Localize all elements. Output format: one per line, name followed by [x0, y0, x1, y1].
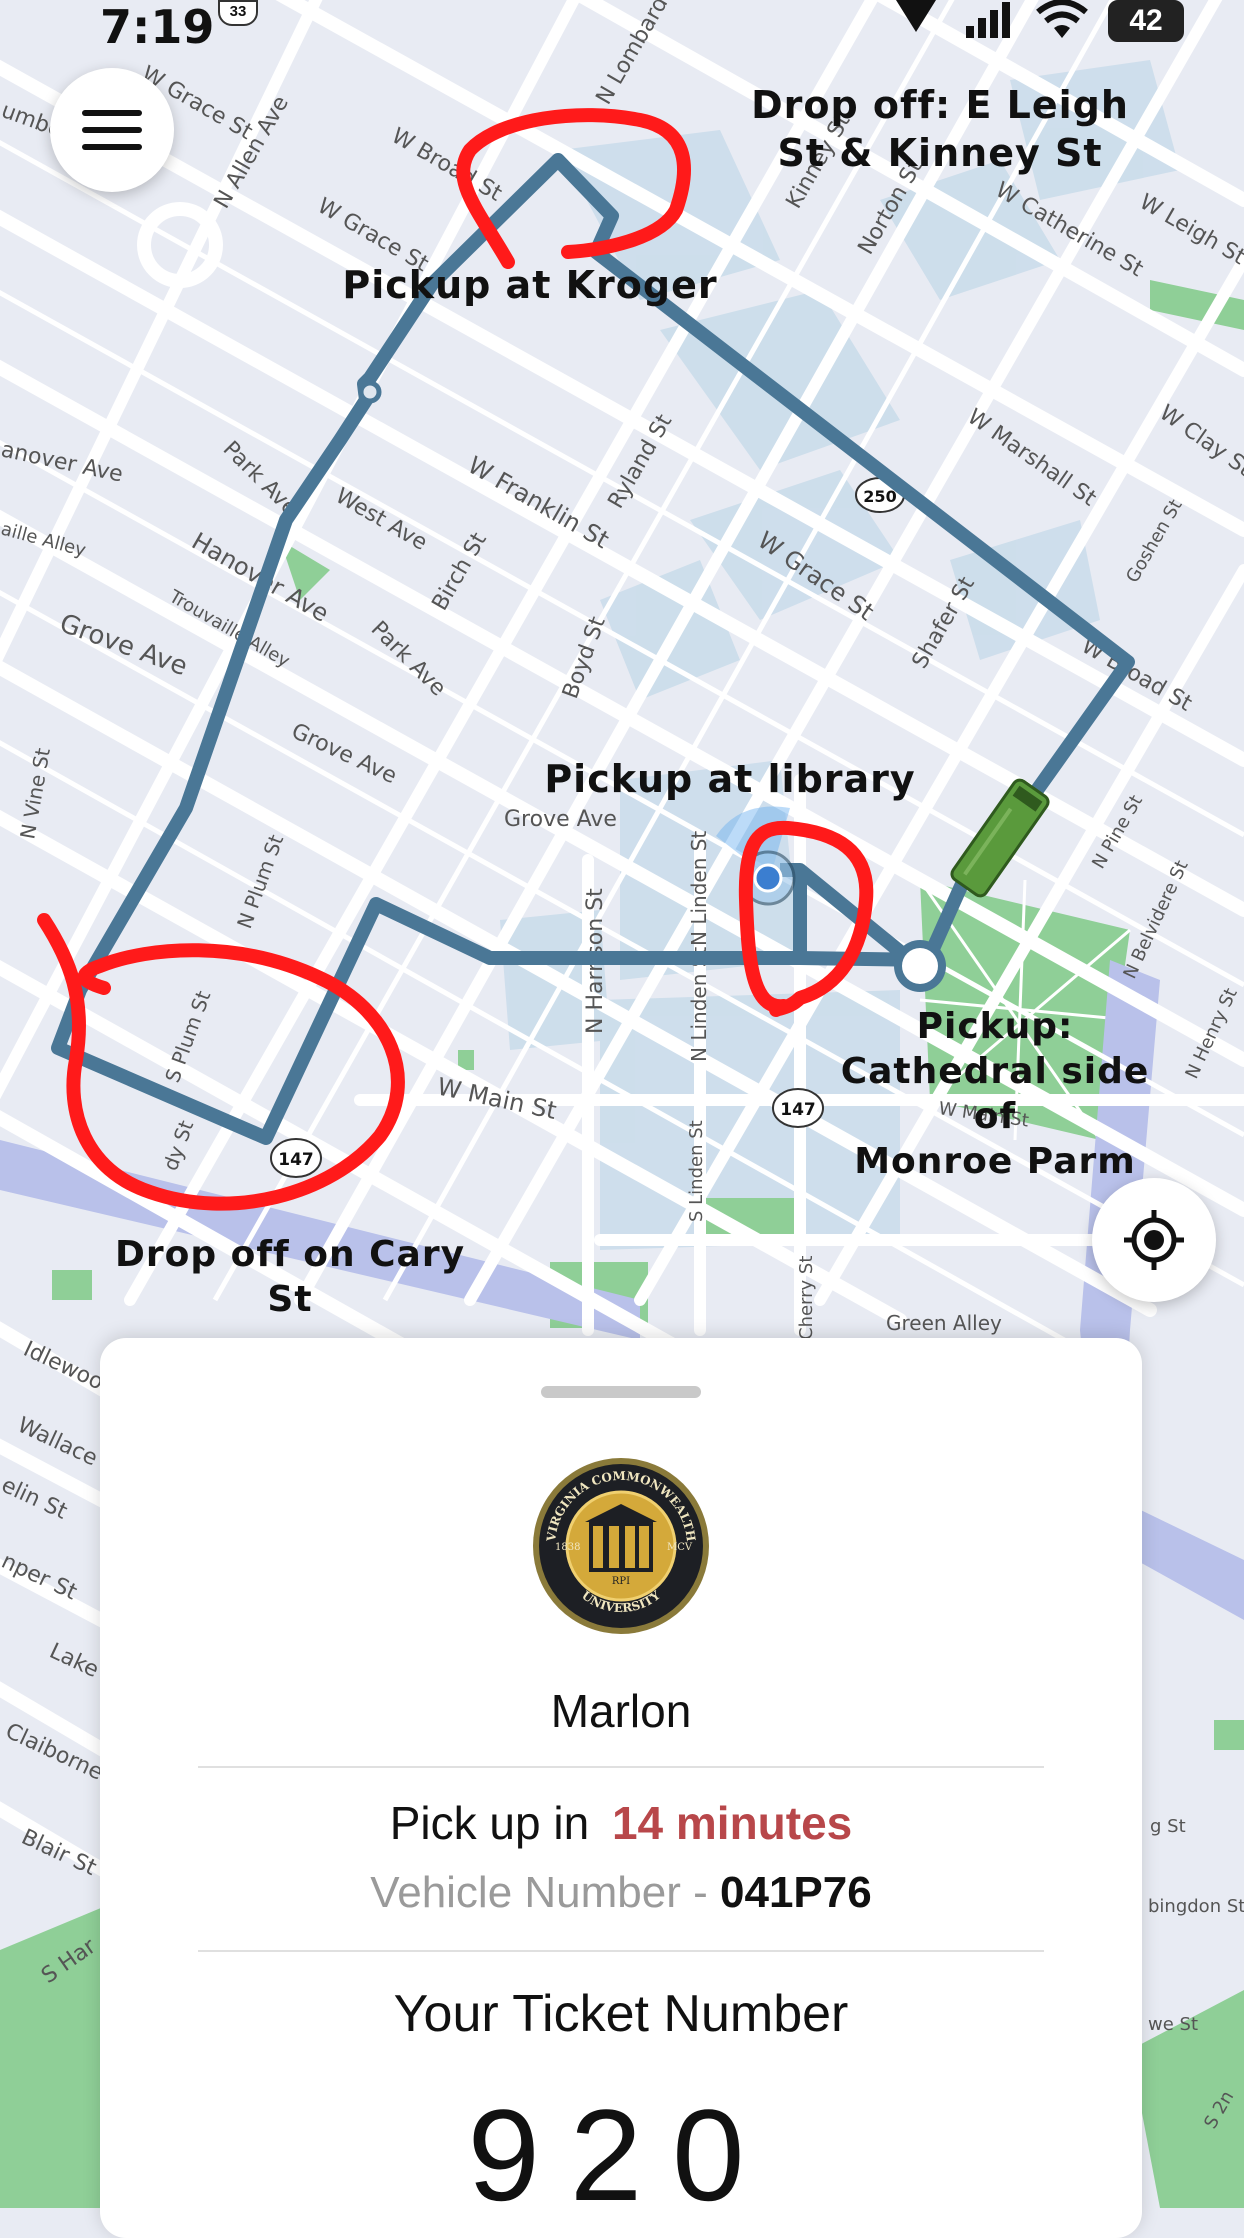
svg-text:N Linden St: N Linden St: [687, 831, 711, 946]
driver-name: Marlon: [550, 1685, 692, 1737]
battery-icon: 42: [1108, 0, 1184, 42]
status-time: 7:19: [100, 0, 215, 54]
annotation-drop-off-cary: Drop off on Cary St: [114, 1234, 466, 1320]
annotation-pickup-kroger: Pickup at Kroger: [342, 263, 718, 307]
cellular-signal-icon: [966, 2, 1010, 38]
route-shield-label: 250: [863, 487, 896, 506]
recenter-location-button[interactable]: [1092, 1178, 1216, 1302]
route-shield-label: 147: [780, 1100, 816, 1120]
svg-text:g St: g St: [1150, 1816, 1186, 1837]
svg-text:MCV: MCV: [667, 1542, 693, 1553]
svg-text:Grove Ave: Grove Ave: [504, 807, 617, 832]
cathedral-stop-marker[interactable]: [894, 940, 946, 992]
status-icons: 42: [886, 0, 1184, 44]
vehicle-number-value: 041P76: [720, 1868, 872, 1917]
crosshair-locate-icon: [1124, 1210, 1184, 1270]
svg-text:Cherry St: Cherry St: [796, 1256, 817, 1340]
divider: [198, 1766, 1044, 1768]
vehicle-number-label: Vehicle Number -: [370, 1868, 720, 1917]
wifi-icon: [1036, 0, 1088, 38]
route-badge: 33: [218, 0, 258, 26]
svg-text:1838: 1838: [555, 1542, 580, 1553]
annotation-pickup-library: Pickup at library: [544, 757, 916, 801]
vehicle-number: Vehicle Number - 041P76: [100, 1868, 1142, 1918]
annotation-pickup-cathedral: Pickup: Cathedral side of Monroe Parm: [840, 1006, 1150, 1182]
svg-text:RPI: RPI: [612, 1576, 630, 1587]
menu-button[interactable]: [50, 68, 174, 192]
svg-text:Green Alley: Green Alley: [886, 1311, 1002, 1335]
location-pin-icon: [896, 0, 936, 32]
pickup-eta: Pick up in 14 minutes: [100, 1796, 1142, 1850]
drag-handle[interactable]: [541, 1386, 701, 1398]
annotation-drop-off-leigh: Drop off: E Leigh St & Kinney St: [751, 83, 1129, 175]
route-shield-label: 147: [278, 1150, 314, 1170]
divider: [198, 1950, 1044, 1952]
status-bar: 7:19 33 42: [0, 0, 1244, 54]
svg-text:bingdon St: bingdon St: [1148, 1896, 1244, 1917]
pickup-eta-label: Pick up in: [389, 1797, 590, 1849]
hamburger-menu-icon: [82, 110, 142, 150]
svg-text:we St: we St: [1148, 2014, 1198, 2035]
svg-text:S Linden St: S Linden St: [686, 1120, 707, 1222]
ride-info-card[interactable]: VIRGINIA COMMONWEALTH UNIVERSITY 1838 MC…: [100, 1338, 1142, 2238]
university-logo: VIRGINIA COMMONWEALTH UNIVERSITY 1838 MC…: [533, 1458, 709, 1634]
ticket-number-label: Your Ticket Number: [393, 1985, 849, 2043]
pickup-eta-minutes: 14 minutes: [611, 1797, 853, 1849]
